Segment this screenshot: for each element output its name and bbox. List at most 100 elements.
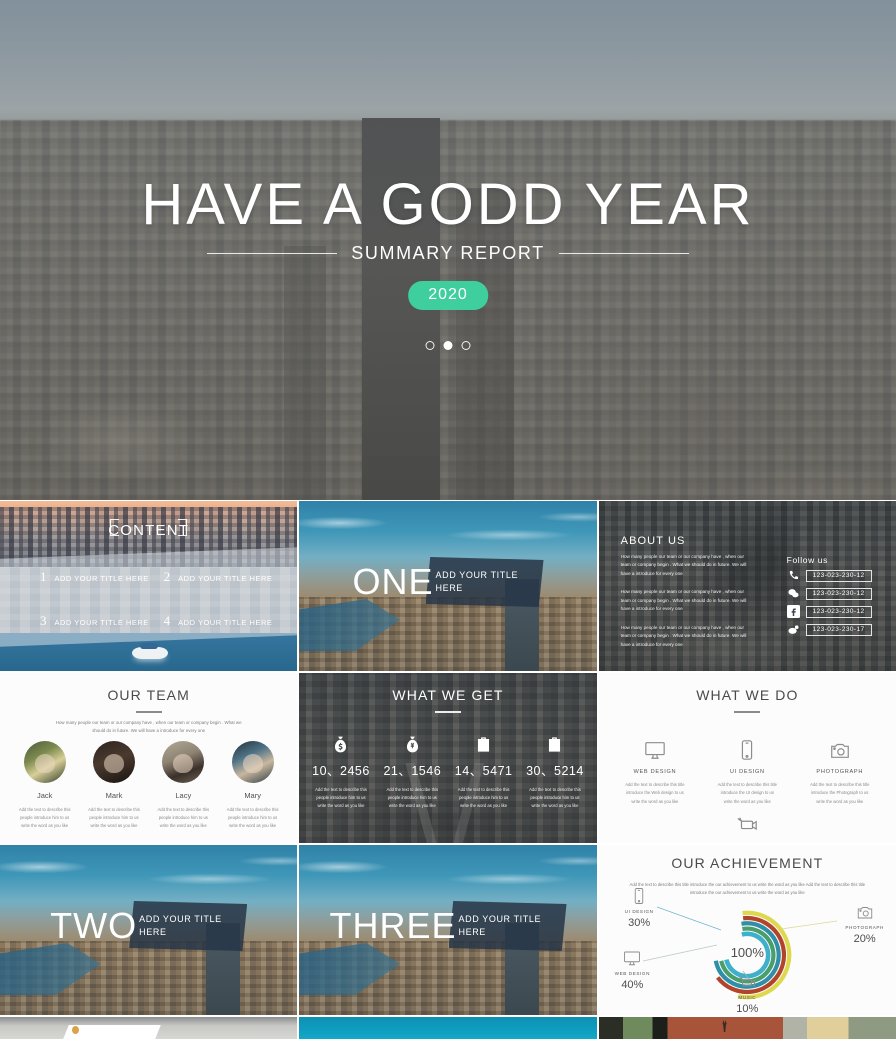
section-title-card: ADD YOUR TITLE HERE	[425, 557, 544, 607]
section-number-word: ONE	[352, 561, 434, 602]
carousel-dot-2-active[interactable]	[443, 341, 453, 350]
phone-icon	[787, 569, 800, 582]
what-we-do-list: WEB DESIGN Add the text to describe this…	[609, 735, 886, 806]
team-member[interactable]: Lacy Add the text to describe this peopl…	[149, 741, 218, 831]
our-achievement-title: OUR ACHIEVEMENT	[671, 855, 824, 871]
video-camera-icon	[736, 971, 758, 993]
achievement-node-web-design[interactable]: WEB DESIGN 40%	[615, 947, 650, 991]
slide-section-two[interactable]: TWO ADD YOUR TITLE HERE	[0, 845, 298, 1015]
follow-us-title: Follow us	[786, 555, 828, 565]
slide-what-we-get[interactable]: WHAT WE GET 10、2456 Add the text to desc…	[299, 673, 597, 843]
section-card-text: ADD YOUR TITLE HERE	[435, 569, 519, 593]
follow-row[interactable]: 123-023-230-12	[786, 605, 872, 618]
content-item[interactable]: 3 ADD YOUR TITLE HERE	[40, 613, 156, 629]
camera-icon	[845, 901, 884, 923]
service-item[interactable]: UI DESIGN Add the text to describe this …	[701, 735, 793, 806]
stat-item[interactable]: 30、5214 Add the text to describe this pe…	[519, 731, 590, 811]
hero-slide: HAVE A GODD YEAR SUMMARY REPORT 2020	[0, 0, 896, 500]
avatar	[23, 741, 66, 783]
service-desc: Add the text to describe this title intr…	[717, 782, 777, 804]
monitor-icon	[609, 735, 701, 765]
stat-item[interactable]: 21、1546 Add the text to describe this pe…	[377, 731, 448, 811]
about-paragraph: How many people our team or our company …	[620, 624, 747, 647]
section-number-word: TWO	[50, 905, 138, 946]
node-value: 40%	[621, 979, 644, 991]
content-item-label: ADD YOUR TITLE HERE	[178, 618, 273, 627]
node-label: WEB DESIGN	[614, 971, 651, 976]
content-item-number: 4	[163, 613, 171, 628]
team-member-desc: Add the text to describe this people int…	[226, 807, 279, 829]
carousel-dot-3[interactable]	[461, 341, 471, 350]
hero-year-badge: 2020	[408, 281, 488, 310]
stat-item[interactable]: 10、2456 Add the text to describe this pe…	[305, 731, 376, 811]
slide-row5-office[interactable]	[0, 1017, 298, 1039]
achievement-node-music[interactable]: MUSIC 10%	[736, 971, 758, 1015]
briefcase-icon	[448, 731, 519, 757]
stat-item[interactable]: 14、5471 Add the text to describe this pe…	[448, 731, 519, 811]
service-desc: Add the text to describe this title intr…	[810, 782, 870, 804]
slide-section-one[interactable]: ONE ADD YOUR TITLE HERE	[299, 501, 597, 671]
our-team-header: OUR TEAM	[0, 687, 297, 713]
our-achievement-subtitle: Add the text to describe this title intr…	[629, 882, 866, 896]
our-team-subtitle: How many people our team or our company …	[55, 720, 242, 734]
follow-row[interactable]: 123-023-230-17	[787, 623, 872, 636]
content-title: CONTENT	[108, 522, 190, 539]
what-we-get-header: WHAT WE GET	[299, 687, 596, 713]
service-name: WEB DESIGN	[633, 769, 677, 775]
service-name: PHOTOGRAPH	[816, 769, 864, 775]
content-item-label: ADD YOUR TITLE HERE	[54, 618, 149, 627]
title-underline	[434, 711, 461, 713]
stat-value: 14、5471	[454, 764, 513, 778]
section-title-row: ONE ADD YOUR TITLE HERE	[299, 557, 596, 607]
content-item[interactable]: 2 ADD YOUR TITLE HERE	[164, 569, 280, 585]
smartphone-icon	[625, 885, 654, 907]
service-name: UI DESIGN	[729, 769, 765, 775]
carousel-dots[interactable]	[425, 341, 471, 350]
content-item-label: ADD YOUR TITLE HERE	[54, 574, 149, 583]
team-member[interactable]: Mary Add the text to describe this peopl…	[218, 741, 287, 831]
section-title-card: ADD YOUR TITLE HERE	[448, 901, 567, 951]
antler-decor-shape	[720, 1020, 729, 1032]
our-team-title: OUR TEAM	[107, 687, 190, 703]
slide-what-we-do[interactable]: WHAT WE DO WEB DESIGN Add the text to de…	[598, 673, 896, 843]
slide-row5-interior[interactable]	[598, 1017, 896, 1039]
money-bag-icon	[305, 731, 376, 757]
title-underline	[734, 711, 761, 713]
section-title-row: THREE ADD YOUR TITLE HERE	[299, 901, 596, 951]
slide-our-team[interactable]: OUR TEAM How many people our team or our…	[0, 673, 298, 843]
service-item[interactable]: WEB DESIGN Add the text to describe this…	[609, 735, 701, 806]
hero-subtitle-row: SUMMARY REPORT	[0, 243, 896, 264]
stat-value: 10、2456	[312, 764, 370, 778]
slide-row5-blue[interactable]	[299, 1017, 597, 1039]
team-member-desc: Add the text to describe this people int…	[18, 807, 71, 829]
about-us-title: ABOUT US	[620, 535, 686, 547]
service-item[interactable]: MUSIC Add the text to describe this titl…	[701, 809, 793, 843]
about-us-paragraphs: How many people our team or our company …	[621, 553, 749, 659]
title-underline	[135, 711, 162, 713]
achievement-node-ui-design[interactable]: UI DESIGN 30%	[625, 885, 654, 929]
carousel-dot-1[interactable]	[425, 341, 435, 350]
team-member[interactable]: Mark Add the text to describe this peopl…	[79, 741, 148, 831]
content-item[interactable]: 1 ADD YOUR TITLE HERE	[40, 569, 156, 585]
what-we-do-list-row2: MUSIC Add the text to describe this titl…	[599, 809, 896, 843]
service-item[interactable]: PHOTOGRAPH Add the text to describe this…	[794, 735, 886, 806]
briefcase-icon	[519, 731, 590, 757]
about-paragraph: How many people our team or our company …	[620, 589, 747, 612]
our-achievement-header: OUR ACHIEVEMENT	[599, 855, 896, 871]
content-item[interactable]: 4 ADD YOUR TITLE HERE	[164, 613, 280, 629]
slide-about-us[interactable]: ABOUT US How many people our team or our…	[598, 501, 896, 671]
team-member-name: Jack	[36, 791, 53, 800]
slide-our-achievement[interactable]: OUR ACHIEVEMENT Add the text to describe…	[598, 845, 896, 1015]
slide-section-three[interactable]: THREE ADD YOUR TITLE HERE	[299, 845, 597, 1015]
follow-row[interactable]: 123-023-230-12	[787, 587, 872, 600]
section-title-card: ADD YOUR TITLE HERE	[129, 901, 248, 951]
hero-subtitle: SUMMARY REPORT	[351, 243, 545, 263]
team-member[interactable]: Jack Add the text to describe this peopl…	[10, 741, 79, 831]
follow-row[interactable]: 123-023-230-12	[787, 569, 872, 582]
achievement-node-photograph[interactable]: PHOTOGRAPH 20%	[845, 901, 884, 945]
section-title-row: TWO ADD YOUR TITLE HERE	[0, 901, 297, 951]
what-we-get-title: WHAT WE GET	[392, 687, 504, 703]
smartphone-icon	[701, 735, 793, 765]
wechat-icon	[787, 587, 800, 600]
slide-content[interactable]: CONTENT 1 ADD YOUR TITLE HERE 2 ADD YOUR…	[0, 501, 298, 671]
